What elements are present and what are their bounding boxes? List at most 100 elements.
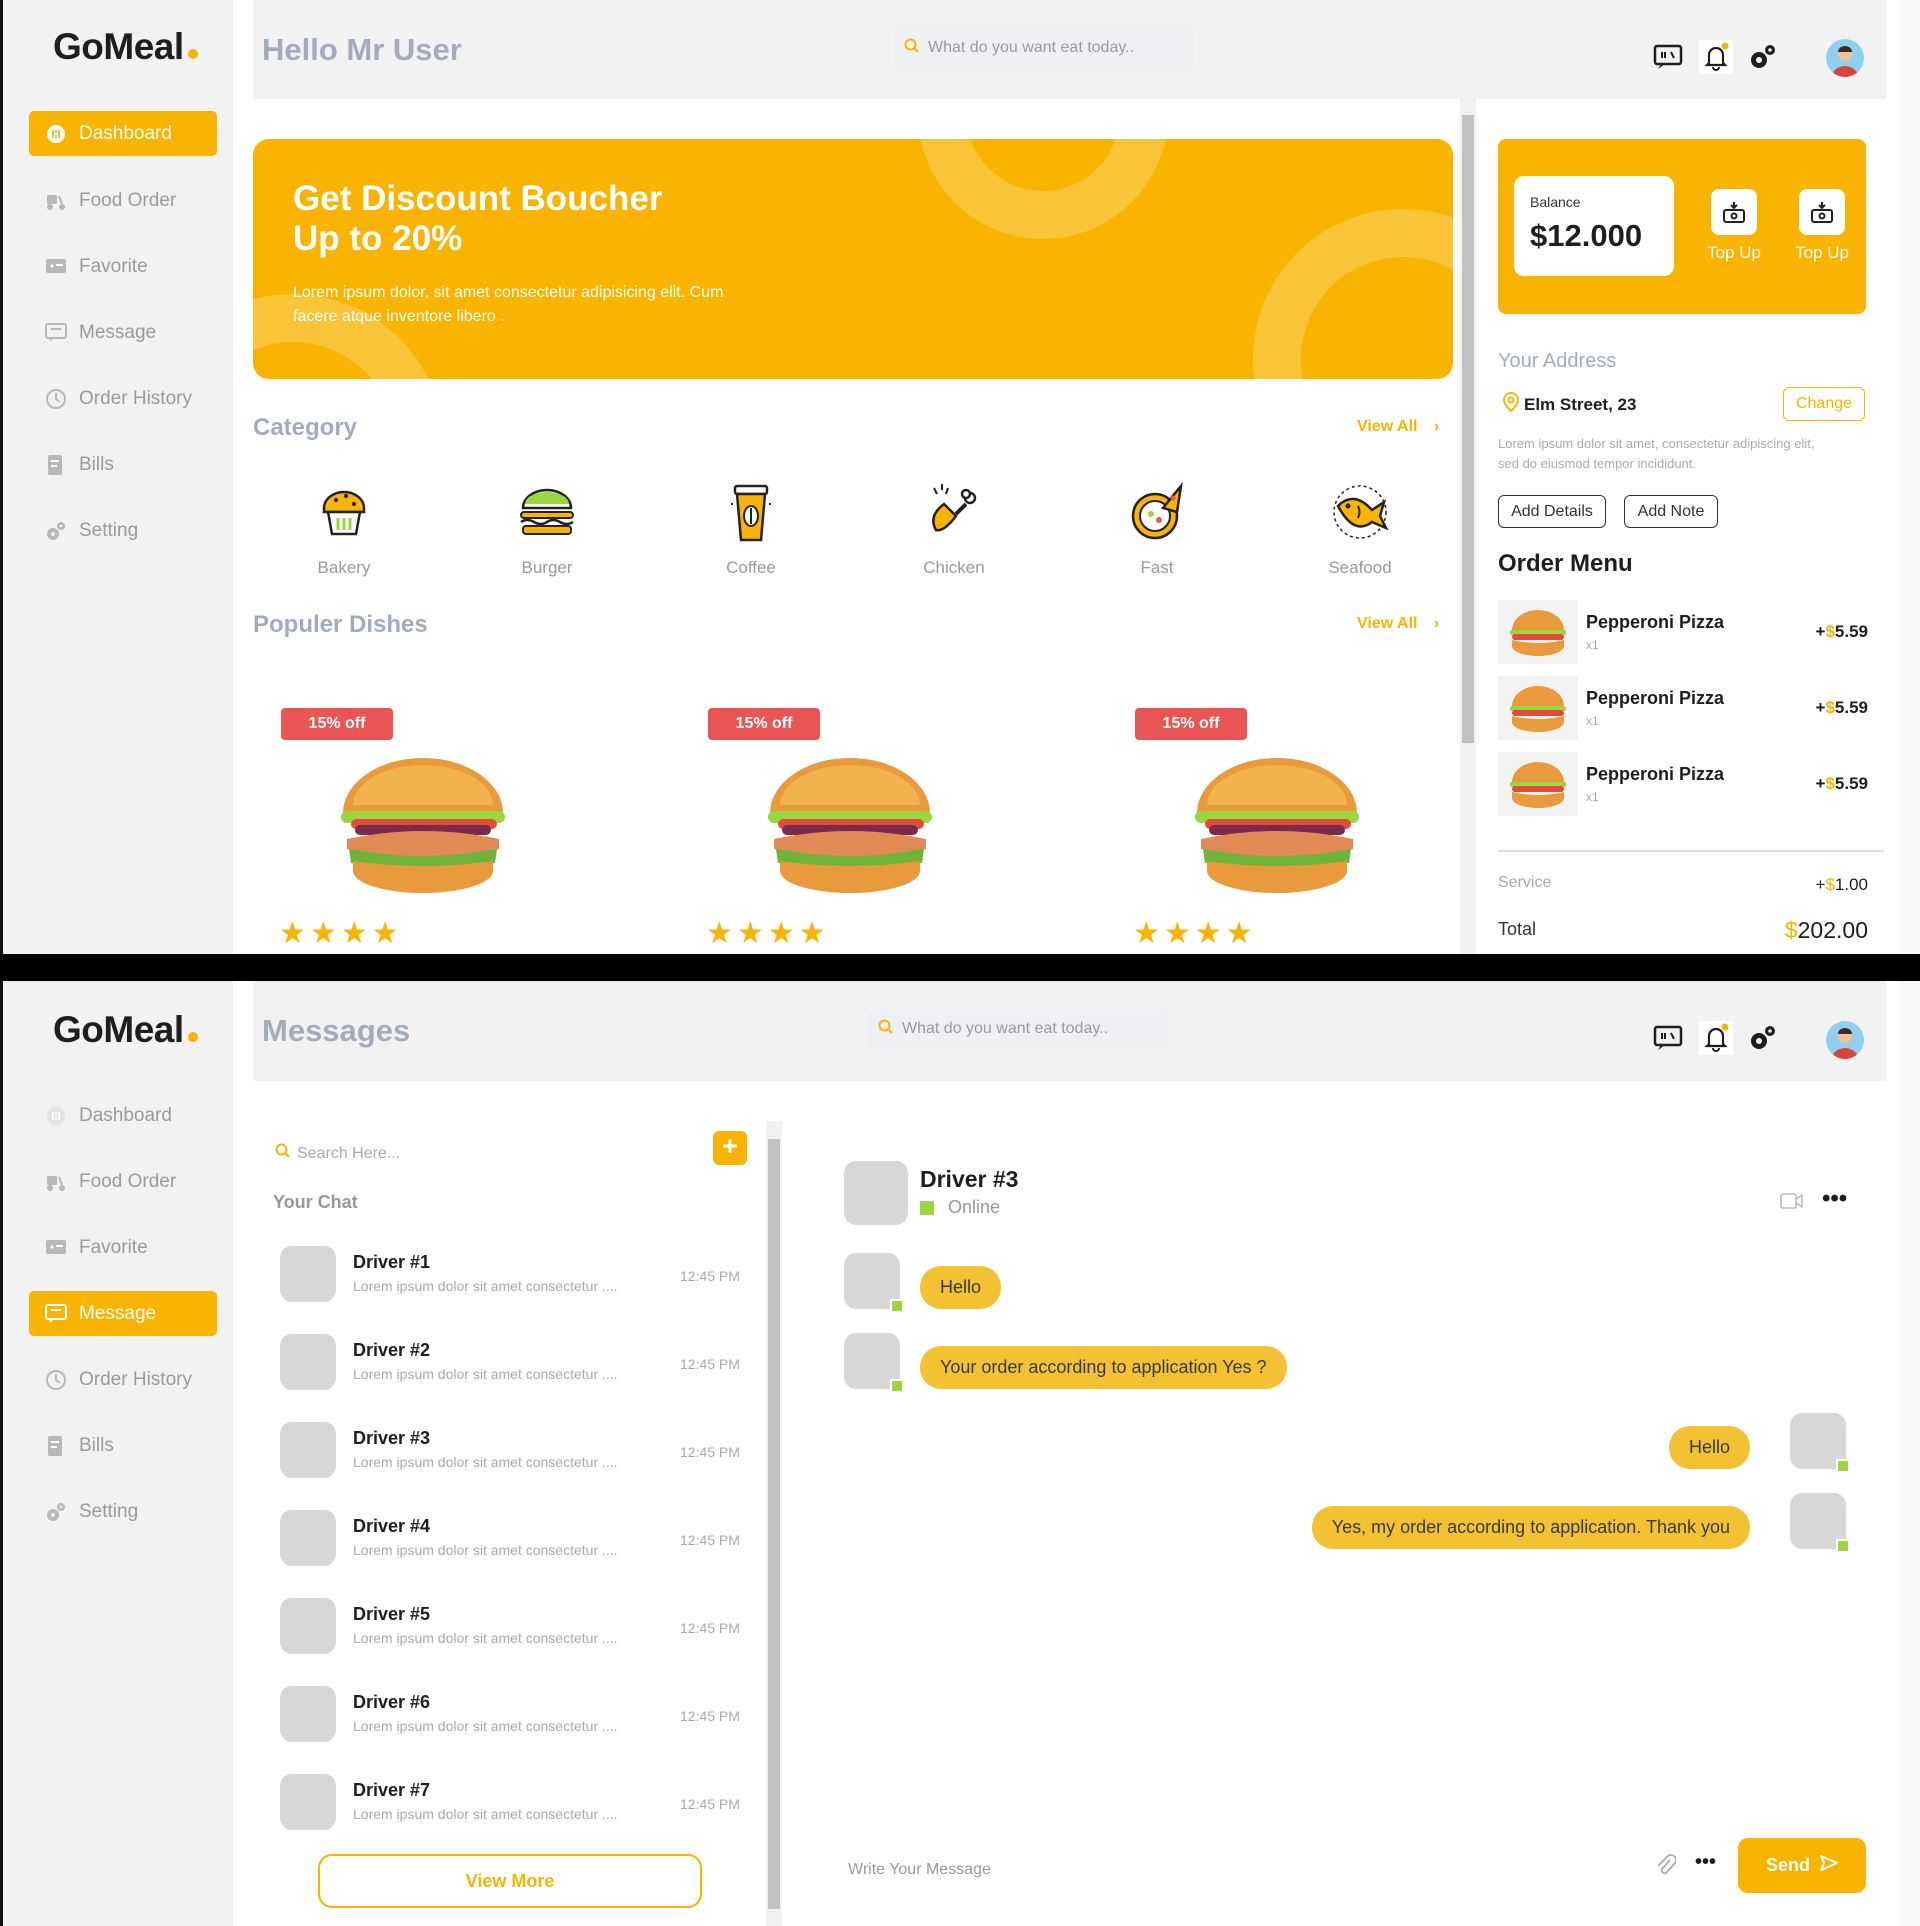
discount-badge: 15% off bbox=[708, 708, 820, 740]
dish-card[interactable]: 15% off ★★★★ bbox=[680, 708, 980, 954]
top-up-button[interactable]: Top Up bbox=[1792, 189, 1852, 263]
top-up-button[interactable]: Top Up bbox=[1704, 189, 1764, 263]
app-logo[interactable]: GoMeal bbox=[53, 26, 198, 68]
nav-message[interactable]: Message bbox=[29, 310, 217, 355]
order-item[interactable]: Pepperoni Pizza x1 +$5.59 bbox=[1498, 676, 1868, 740]
discount-banner[interactable]: Get Discount Boucher Up to 20% Lorem ipsu… bbox=[253, 139, 1453, 379]
banner-decoration bbox=[918, 139, 1168, 239]
add-details-button[interactable]: Add Details bbox=[1498, 495, 1606, 528]
nav-dashboard[interactable]: Dashboard bbox=[29, 111, 217, 156]
send-button[interactable]: Send bbox=[1738, 1838, 1866, 1893]
category-burger[interactable]: Burger bbox=[487, 480, 607, 578]
nav-message[interactable]: Message bbox=[29, 1291, 217, 1336]
dashboard-icon bbox=[45, 123, 67, 145]
change-address-button[interactable]: Change bbox=[1783, 387, 1865, 421]
category-fast[interactable]: Fast bbox=[1097, 480, 1217, 578]
add-note-button[interactable]: Add Note bbox=[1624, 495, 1718, 528]
nav-dashboard[interactable]: Dashboard bbox=[29, 1093, 217, 1138]
app-logo[interactable]: GoMeal bbox=[53, 1009, 198, 1051]
avatar bbox=[280, 1246, 336, 1302]
chat-preview: Lorem ipsum dolor sit amet consectetur .… bbox=[353, 1542, 618, 1558]
avatar bbox=[280, 1598, 336, 1654]
nav-food-order[interactable]: Food Order bbox=[29, 178, 217, 223]
search-icon bbox=[275, 1143, 291, 1164]
more-options-icon[interactable]: ••• bbox=[1822, 1185, 1847, 1213]
chat-list-item[interactable]: Driver #3 Lorem ipsum dolor sit amet cons… bbox=[280, 1422, 740, 1482]
popular-view-all[interactable]: View All › bbox=[1357, 615, 1439, 633]
order-item[interactable]: Pepperoni Pizza x1 +$5.59 bbox=[1498, 752, 1868, 816]
chat-list-item[interactable]: Driver #4 Lorem ipsum dolor sit amet cons… bbox=[280, 1510, 740, 1570]
new-chat-button[interactable] bbox=[713, 1131, 747, 1165]
scrollbar-thumb[interactable] bbox=[1462, 115, 1474, 743]
nav-order-history[interactable]: Order History bbox=[29, 376, 217, 421]
paperclip-icon[interactable] bbox=[1654, 1852, 1677, 1883]
chat-list-item[interactable]: Driver #7 Lorem ipsum dolor sit amet cons… bbox=[280, 1774, 740, 1834]
category-bakery[interactable]: Bakery bbox=[284, 480, 404, 578]
discount-badge: 15% off bbox=[1135, 708, 1247, 740]
send-icon bbox=[1819, 1854, 1840, 1876]
scooter-icon bbox=[45, 1171, 67, 1193]
category-view-all[interactable]: View All › bbox=[1357, 418, 1439, 436]
page-scrollbar[interactable] bbox=[1900, 0, 1920, 954]
settings-gear-icon[interactable] bbox=[1746, 40, 1780, 74]
top-header: Hello Mr User What do you want eat today… bbox=[253, 0, 1886, 99]
message-icon bbox=[45, 322, 67, 344]
notification-bell-icon[interactable] bbox=[1699, 40, 1733, 74]
page-scrollbar[interactable] bbox=[1900, 981, 1920, 1926]
nav-label: Dashboard bbox=[79, 122, 172, 144]
burger-image bbox=[760, 753, 940, 898]
rating-stars: ★★★★ bbox=[706, 917, 830, 950]
nav-order-history[interactable]: Order History bbox=[29, 1357, 217, 1402]
chat-list-item[interactable]: Driver #2 Lorem ipsum dolor sit amet cons… bbox=[280, 1334, 740, 1394]
category-chicken[interactable]: Chicken bbox=[894, 480, 1014, 578]
nav-setting[interactable]: Setting bbox=[29, 1489, 217, 1534]
message-icon bbox=[45, 1303, 67, 1325]
category-coffee[interactable]: Coffee bbox=[691, 480, 811, 578]
chat-list-scrollbar[interactable] bbox=[766, 1121, 782, 1926]
search-input[interactable]: What do you want eat today.. bbox=[868, 1010, 1168, 1048]
chat-preview: Lorem ipsum dolor sit amet consectetur .… bbox=[353, 1366, 618, 1382]
settings-gear-icon[interactable] bbox=[1746, 1021, 1780, 1055]
order-item[interactable]: Pepperoni Pizza x1 +$5.59 bbox=[1498, 600, 1868, 664]
nav-bills[interactable]: Bills bbox=[29, 442, 217, 487]
notification-bell-icon[interactable] bbox=[1699, 1021, 1733, 1055]
nav-bills[interactable]: Bills bbox=[29, 1423, 217, 1468]
user-avatar[interactable] bbox=[1826, 1021, 1864, 1059]
nav-label: Food Order bbox=[79, 1170, 177, 1192]
contact-avatar bbox=[844, 1161, 908, 1225]
chat-search-input[interactable]: Search Here... bbox=[275, 1143, 400, 1164]
search-input[interactable]: What do you want eat today.. bbox=[894, 29, 1194, 67]
scrollbar-thumb[interactable] bbox=[768, 1139, 780, 1909]
message-input[interactable]: Write Your Message bbox=[848, 1861, 991, 1879]
wallet-download-icon bbox=[1799, 189, 1845, 235]
chat-icon[interactable] bbox=[1651, 40, 1685, 74]
chat-list-item[interactable]: Driver #5 Lorem ipsum dolor sit amet cons… bbox=[280, 1598, 740, 1658]
chat-icon[interactable] bbox=[1651, 1021, 1685, 1055]
fish-icon bbox=[1328, 480, 1392, 544]
main-scrollbar[interactable] bbox=[1460, 99, 1476, 954]
nav-label: Food Order bbox=[79, 189, 177, 211]
bills-icon bbox=[45, 1435, 67, 1457]
chat-list-item[interactable]: Driver #6 Lorem ipsum dolor sit amet cons… bbox=[280, 1686, 740, 1746]
nav-food-order[interactable]: Food Order bbox=[29, 1159, 217, 1204]
chat-time: 12:45 PM bbox=[680, 1620, 740, 1636]
nav-setting[interactable]: Setting bbox=[29, 508, 217, 553]
video-call-icon[interactable] bbox=[1780, 1192, 1804, 1215]
order-item-image bbox=[1498, 676, 1578, 740]
message-bubble-sent: Hello bbox=[1668, 1426, 1750, 1469]
dish-card[interactable]: 15% off ★★★★ bbox=[253, 708, 553, 954]
total-label: Total bbox=[1498, 919, 1537, 939]
nav-favorite[interactable]: Favorite bbox=[29, 1225, 217, 1270]
chat-preview: Lorem ipsum dolor sit amet consectetur .… bbox=[353, 1454, 618, 1470]
search-icon bbox=[904, 38, 920, 59]
dish-card[interactable]: 15% off ★★★★ bbox=[1107, 708, 1407, 954]
favorite-icon bbox=[45, 256, 67, 278]
category-seafood[interactable]: Seafood bbox=[1300, 480, 1420, 578]
nav-label: Bills bbox=[79, 1434, 114, 1456]
user-avatar[interactable] bbox=[1826, 39, 1864, 77]
more-options-icon[interactable]: ••• bbox=[1695, 1851, 1716, 1874]
nav-favorite[interactable]: Favorite bbox=[29, 244, 217, 289]
chat-preview: Lorem ipsum dolor sit amet consectetur .… bbox=[353, 1718, 618, 1734]
view-more-button[interactable]: View More bbox=[318, 1854, 702, 1908]
chat-list-item[interactable]: Driver #1 Lorem ipsum dolor sit amet cons… bbox=[280, 1246, 740, 1306]
